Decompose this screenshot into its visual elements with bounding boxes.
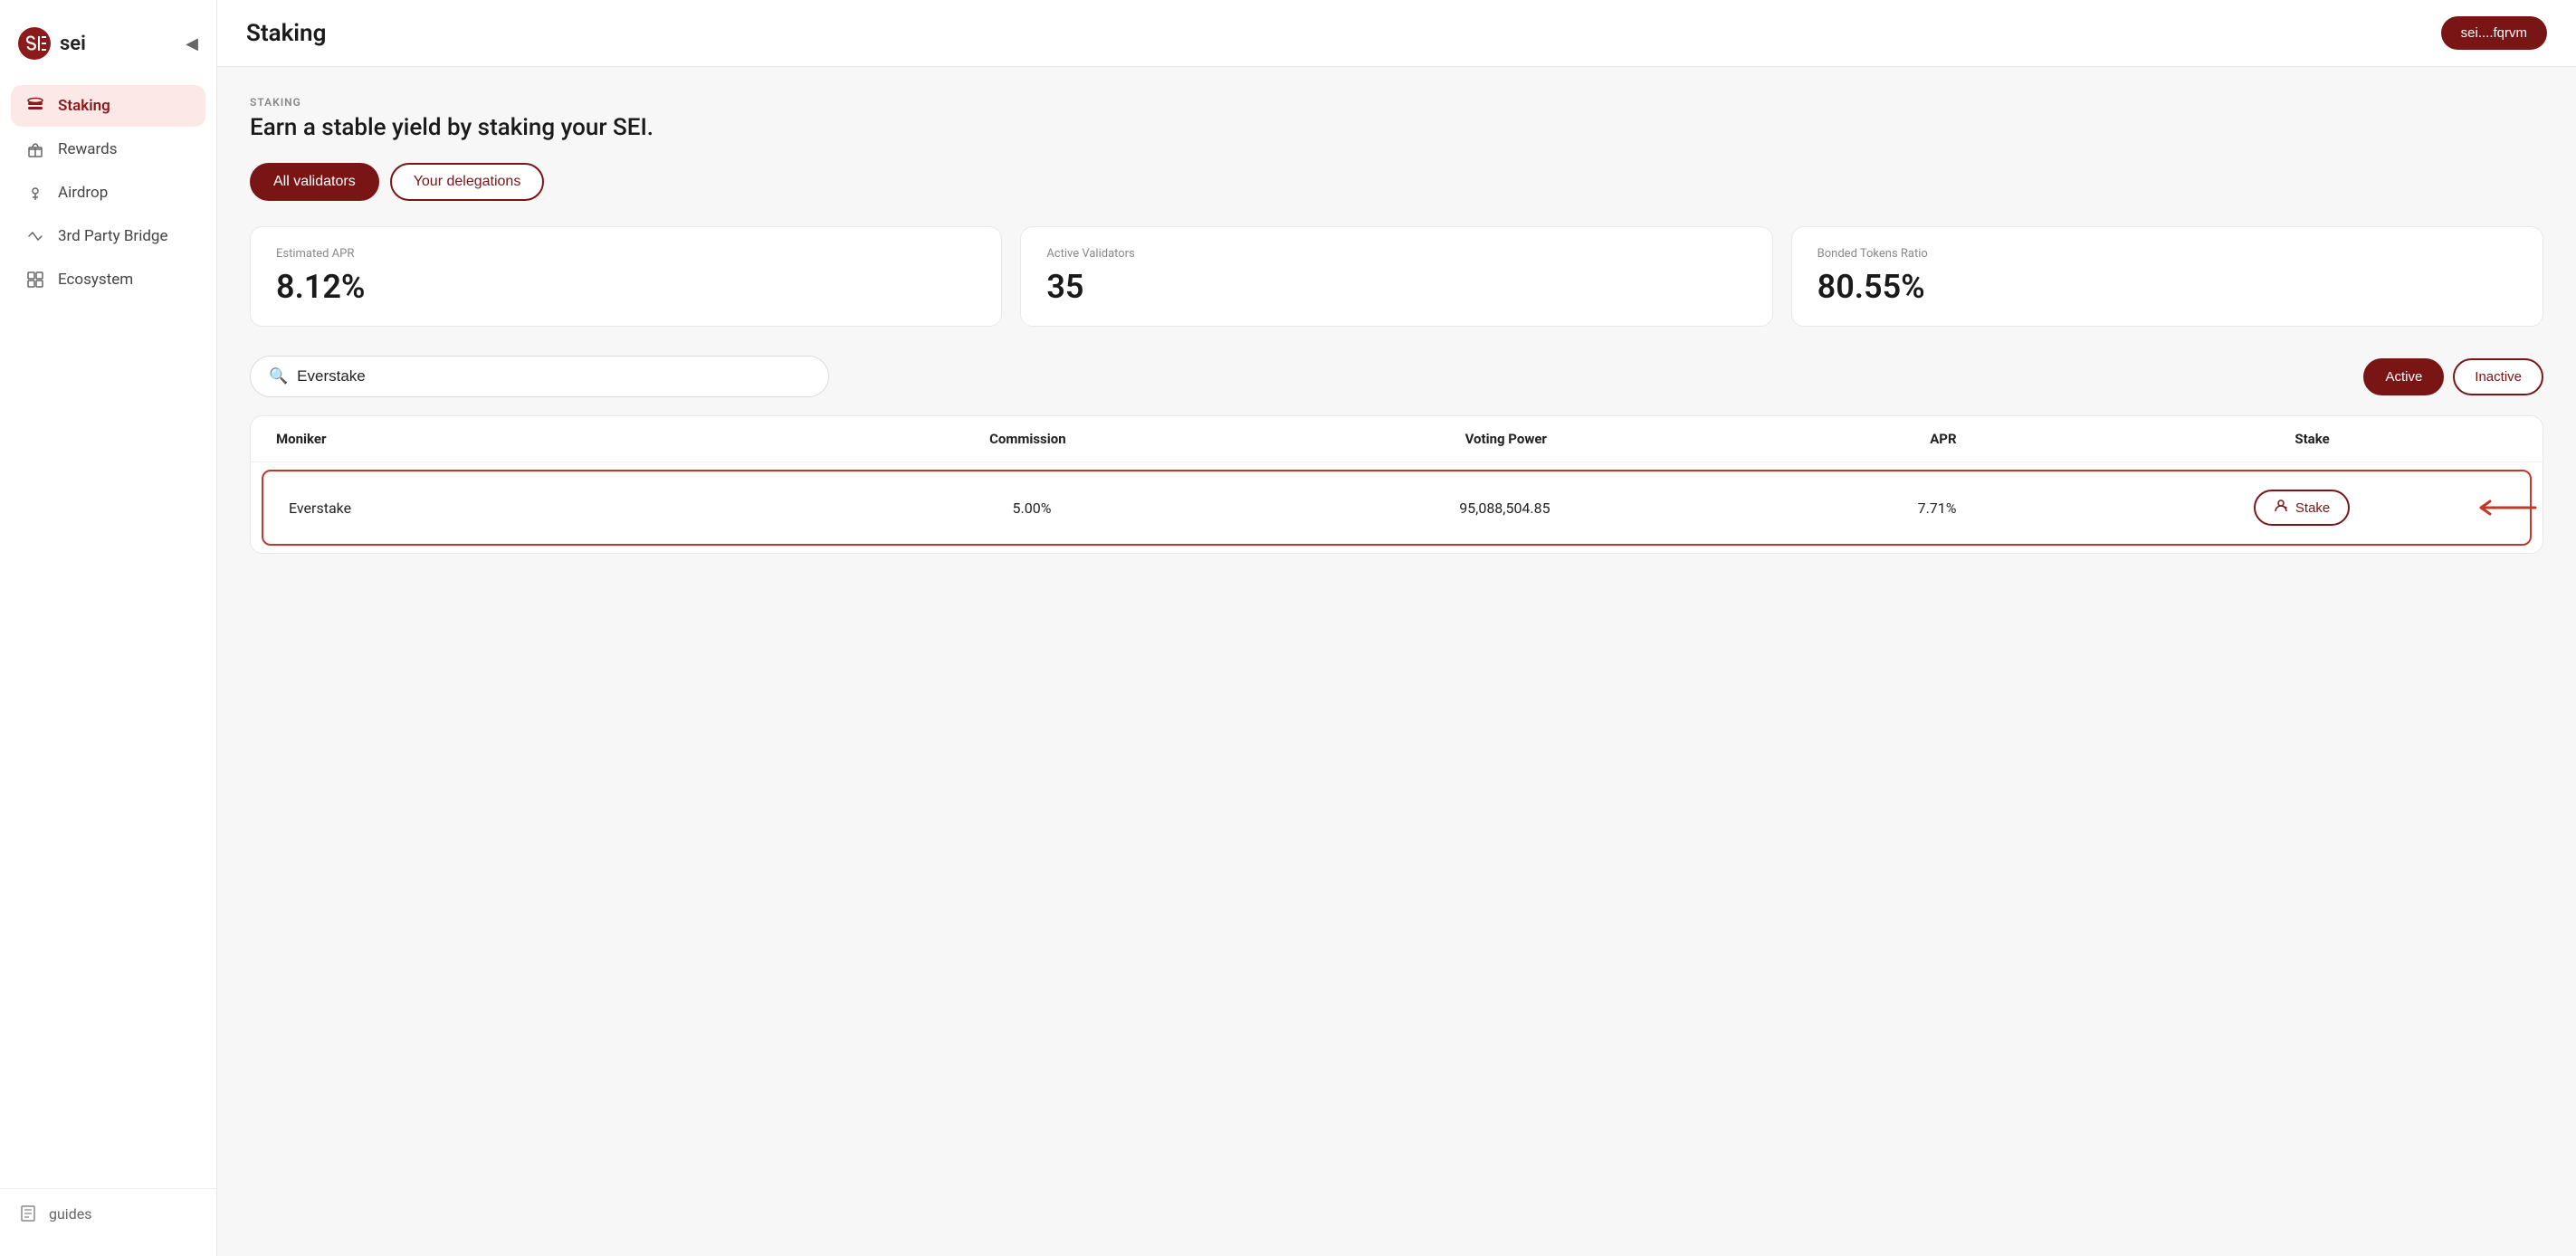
- filter-active-button[interactable]: Active: [2363, 358, 2444, 395]
- guides-icon: [18, 1204, 38, 1223]
- stat-card-bonded: Bonded Tokens Ratio 80.55%: [1791, 226, 2543, 327]
- sidebar-item-ecosystem[interactable]: Ecosystem: [11, 259, 205, 300]
- ecosystem-icon: [25, 270, 45, 290]
- search-filter-row: 🔍 Active Inactive: [250, 356, 2543, 397]
- sidebar-footer: guides: [0, 1188, 216, 1238]
- staking-section-label: STAKING: [250, 96, 2543, 109]
- filter-inactive-button[interactable]: Inactive: [2453, 358, 2543, 395]
- collapse-button[interactable]: ◀: [186, 34, 198, 53]
- stake-button-label: Stake: [2295, 500, 2330, 516]
- validators-table: Moniker Commission Voting Power APR Stak…: [250, 415, 2543, 554]
- col-stake: Stake: [2107, 431, 2517, 447]
- cell-moniker: Everstake: [289, 500, 829, 517]
- sei-logo-icon: [18, 27, 51, 60]
- sidebar: sei ◀ Staking: [0, 0, 217, 1256]
- sidebar-item-airdrop[interactable]: Airdrop: [11, 172, 205, 214]
- col-moniker: Moniker: [276, 431, 823, 447]
- filter-group: Active Inactive: [2363, 358, 2543, 395]
- main-area: Staking sei....fqrvm STAKING Earn a stab…: [217, 0, 2576, 1256]
- gift-icon: [25, 139, 45, 159]
- staking-subtitle: Earn a stable yield by staking your SEI.: [250, 114, 2543, 141]
- search-input[interactable]: [297, 367, 810, 385]
- arrow-annotation: [2472, 494, 2543, 521]
- airdrop-icon: [25, 183, 45, 203]
- stat-apr-label: Estimated APR: [276, 247, 976, 261]
- sidebar-rewards-label: Rewards: [58, 140, 117, 158]
- col-voting-power: Voting Power: [1233, 431, 1779, 447]
- staking-icon: [25, 96, 45, 116]
- table-header: Moniker Commission Voting Power APR Stak…: [251, 416, 2543, 462]
- bridge-icon: [25, 226, 45, 246]
- stat-card-apr: Estimated APR 8.12%: [250, 226, 1002, 327]
- page-title: Staking: [246, 20, 326, 47]
- stat-bonded-label: Bonded Tokens Ratio: [1818, 247, 2517, 261]
- stat-bonded-value: 80.55%: [1818, 268, 2517, 306]
- cell-apr: 7.71%: [1775, 500, 2099, 517]
- table-row: Everstake 5.00% 95,088,504.85 7.71%: [262, 470, 2532, 546]
- cell-stake: Stake: [2099, 490, 2504, 526]
- sidebar-nav: Staking Rewards A: [0, 78, 216, 1188]
- sidebar-item-guides[interactable]: guides: [18, 1204, 198, 1223]
- sidebar-airdrop-label: Airdrop: [58, 184, 108, 202]
- main-content: STAKING Earn a stable yield by staking y…: [217, 67, 2576, 1256]
- stat-card-validators: Active Validators 35: [1020, 226, 1772, 327]
- sidebar-logo-area: sei ◀: [0, 18, 216, 78]
- cell-voting-power: 95,088,504.85: [1235, 500, 1775, 517]
- header: Staking sei....fqrvm: [217, 0, 2576, 67]
- sidebar-staking-label: Staking: [58, 97, 110, 115]
- search-icon: 🔍: [269, 367, 288, 385]
- tab-your-delegations[interactable]: Your delegations: [390, 163, 545, 201]
- search-box: 🔍: [250, 356, 829, 397]
- stake-button[interactable]: Stake: [2254, 490, 2350, 526]
- col-commission: Commission: [823, 431, 1233, 447]
- sidebar-item-staking[interactable]: Staking: [11, 85, 205, 127]
- col-apr: APR: [1779, 431, 2107, 447]
- guides-label: guides: [49, 1205, 91, 1223]
- sidebar-bridge-label: 3rd Party Bridge: [58, 227, 167, 245]
- wallet-button[interactable]: sei....fqrvm: [2441, 16, 2547, 50]
- stat-apr-value: 8.12%: [276, 268, 976, 306]
- stats-row: Estimated APR 8.12% Active Validators 35…: [250, 226, 2543, 327]
- sidebar-ecosystem-label: Ecosystem: [58, 271, 133, 289]
- sidebar-item-rewards[interactable]: Rewards: [11, 128, 205, 170]
- sidebar-item-bridge[interactable]: 3rd Party Bridge: [11, 215, 205, 257]
- stat-validators-value: 35: [1046, 268, 1746, 306]
- cell-commission: 5.00%: [829, 500, 1235, 517]
- stake-icon: [2274, 499, 2288, 517]
- tab-all-validators[interactable]: All validators: [250, 163, 379, 201]
- app-name: sei: [60, 33, 86, 55]
- validator-tabs: All validators Your delegations: [250, 163, 2543, 201]
- stat-validators-label: Active Validators: [1046, 247, 1746, 261]
